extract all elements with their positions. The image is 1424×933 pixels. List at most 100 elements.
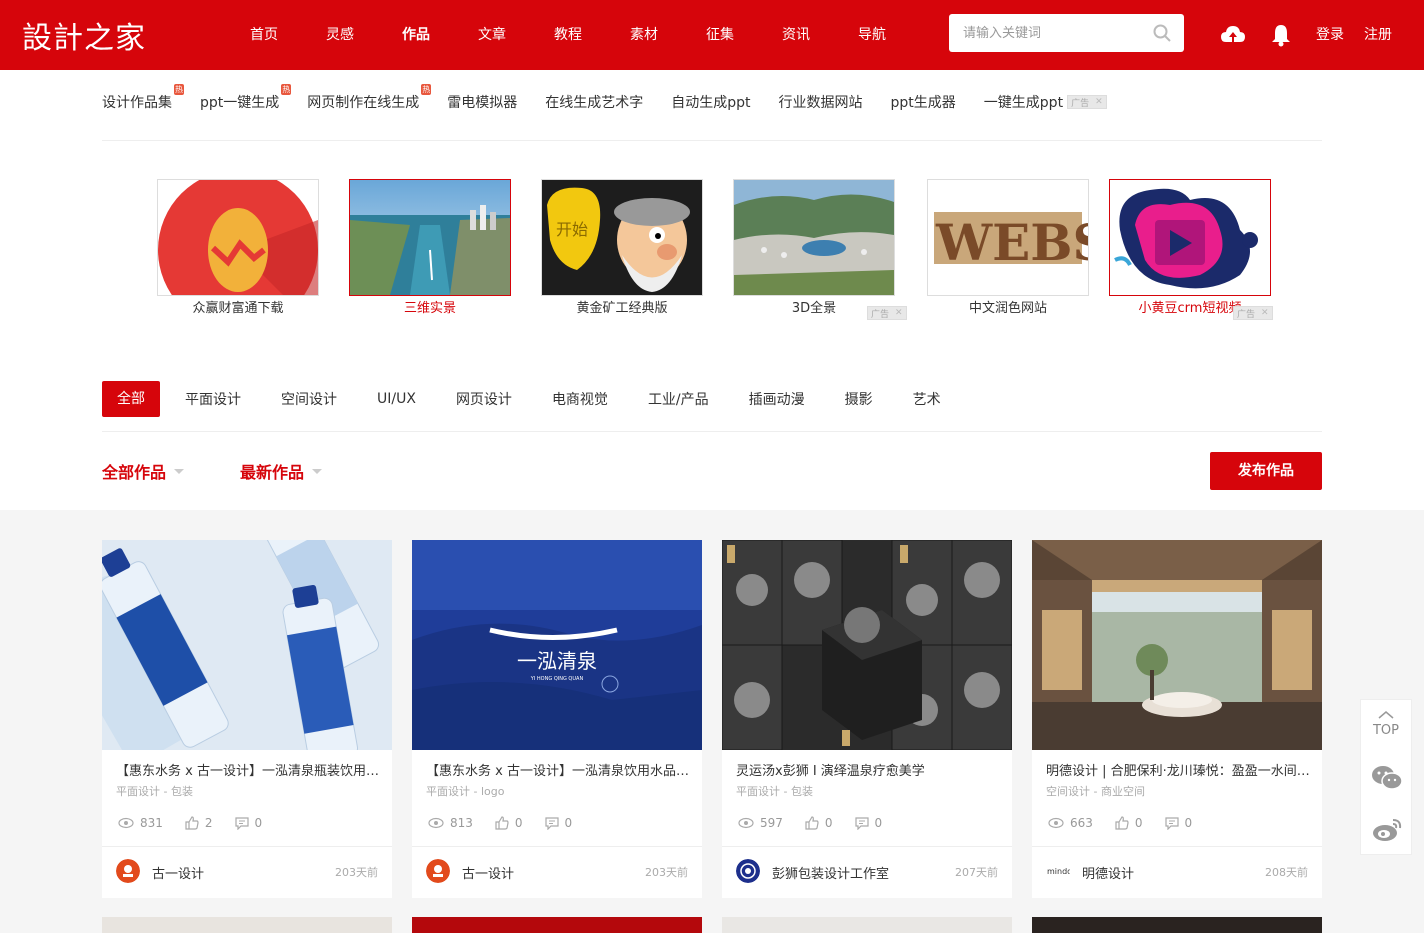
author-name[interactable]: 古一设计 <box>462 863 514 882</box>
ad-image: WEBSI <box>927 179 1089 296</box>
ad-image-row: 众赢财富通下载 三维实景 开始 黄金矿工经典版 3D全景 WEBSI 中文润色网… <box>157 179 1287 320</box>
work-card-peek[interactable] <box>102 917 392 933</box>
hot-link[interactable]: ppt一键生成热 <box>200 84 292 112</box>
thumbs-up-icon[interactable] <box>185 816 199 830</box>
ad-item[interactable]: 小黄豆crm短视频 <box>1109 179 1271 316</box>
avatar[interactable] <box>426 859 450 883</box>
main-nav: 首页 灵感 作品 文章 教程 素材 征集 资讯 导航 <box>226 0 910 70</box>
ad-image <box>157 179 319 296</box>
comment-icon[interactable] <box>1164 816 1179 830</box>
ad-image <box>349 179 511 296</box>
work-card[interactable]: 一泓清泉 YI HONG QING QUAN 【惠东水务 x 古一设计】一泓清泉饮… <box>412 540 702 898</box>
work-card[interactable]: 【惠东水务 x 古一设计】一泓清泉瓶装饮用水包装设计 平面设计 - 包装 831… <box>102 540 392 898</box>
nav-item-tutorials[interactable]: 教程 <box>530 0 606 70</box>
nav-item-articles[interactable]: 文章 <box>454 0 530 70</box>
ad-item[interactable]: 众赢财富通下载 <box>157 179 319 316</box>
eye-icon <box>1048 817 1064 829</box>
site-logo[interactable]: 設計之家 <box>22 14 156 56</box>
hot-link[interactable]: 一键生成ppt <box>984 92 1063 112</box>
avatar[interactable] <box>736 859 760 883</box>
comment-icon[interactable] <box>234 816 249 830</box>
tab-ecommerce[interactable]: 电商视觉 <box>552 389 608 409</box>
svg-text:YI HONG QING QUAN: YI HONG QING QUAN <box>530 676 584 682</box>
work-card-peek[interactable] <box>412 917 702 933</box>
filter-latest-works[interactable]: 最新作品 <box>240 459 323 483</box>
work-card-peek[interactable] <box>1032 917 1322 933</box>
thumbs-up-icon[interactable] <box>1115 816 1129 830</box>
login-link[interactable]: 登录 <box>1316 0 1344 70</box>
hot-link[interactable]: 网页制作在线生成热 <box>307 84 432 112</box>
thumbs-up-icon[interactable] <box>805 816 819 830</box>
nav-item-contests[interactable]: 征集 <box>682 0 758 70</box>
nav-item-works[interactable]: 作品 <box>378 0 454 70</box>
weibo-icon[interactable] <box>1371 816 1403 844</box>
card-title[interactable]: 【惠东水务 x 古一设计】一泓清泉饮用水品牌logo设计 <box>426 760 692 779</box>
avatar[interactable]: mindd <box>1046 859 1070 883</box>
ad-item[interactable]: WEBSI 中文润色网站 <box>927 179 1089 316</box>
hot-link[interactable]: 雷电模拟器 <box>447 92 517 112</box>
card-thumbnail[interactable] <box>1032 540 1322 750</box>
work-card[interactable]: 明德设计 | 合肥保利·龙川瑧悦：盈盈一水间，雅致如画境 空间设计 - 商业空间… <box>1032 540 1322 898</box>
cloud-upload-icon[interactable] <box>1220 22 1246 48</box>
card-thumbnail[interactable]: 一泓清泉 YI HONG QING QUAN <box>412 540 702 750</box>
work-card-peek[interactable] <box>722 917 1012 933</box>
card-footer: 古一设计 203天前 <box>412 846 702 898</box>
nav-item-inspiration[interactable]: 灵感 <box>302 0 378 70</box>
tab-web-design[interactable]: 网页设计 <box>456 389 512 409</box>
publish-button[interactable]: 发布作品 <box>1210 452 1322 490</box>
work-card[interactable]: 灵运汤x彭狮 I 演绎温泉疗愈美学 平面设计 - 包装 597 0 0 彭狮包装… <box>722 540 1012 898</box>
top-header: 設計之家 首页 灵感 作品 文章 教程 素材 征集 资讯 导航 登录 注册 <box>0 0 1424 70</box>
card-title[interactable]: 灵运汤x彭狮 I 演绎温泉疗愈美学 <box>736 760 1002 779</box>
comment-icon[interactable] <box>544 816 559 830</box>
nav-item-navigation[interactable]: 导航 <box>834 0 910 70</box>
nav-item-news[interactable]: 资讯 <box>758 0 834 70</box>
bell-icon[interactable] <box>1268 22 1294 48</box>
tab-photography[interactable]: 摄影 <box>845 389 873 409</box>
close-icon[interactable]: ✕ <box>1261 308 1269 318</box>
filter-all-works[interactable]: 全部作品 <box>102 459 185 483</box>
tab-art[interactable]: 艺术 <box>913 389 941 409</box>
eye-icon <box>118 817 134 829</box>
card-title[interactable]: 【惠东水务 x 古一设计】一泓清泉瓶装饮用水包装设计 <box>116 760 382 779</box>
hot-badge: 热 <box>281 84 292 95</box>
comment-icon[interactable] <box>854 816 869 830</box>
hot-link[interactable]: 在线生成艺术字 <box>545 92 643 112</box>
ad-item[interactable]: 三维实景 <box>349 179 511 316</box>
wechat-icon[interactable] <box>1371 764 1403 792</box>
avatar[interactable] <box>116 859 140 883</box>
hot-link[interactable]: 自动生成ppt <box>671 92 750 112</box>
hot-badge: 热 <box>174 84 184 95</box>
search-icon[interactable] <box>1152 23 1172 43</box>
search-input[interactable] <box>949 14 1144 52</box>
thumbs-up-icon[interactable] <box>495 816 509 830</box>
tab-industrial[interactable]: 工业/产品 <box>648 389 709 409</box>
ad-item[interactable]: 3D全景 <box>733 179 895 316</box>
tab-ui-ux[interactable]: UI/UX <box>377 391 416 407</box>
tab-illustration[interactable]: 插画动漫 <box>749 389 805 409</box>
hot-link[interactable]: ppt生成器 <box>891 92 956 112</box>
svg-text:开始: 开始 <box>556 220 588 239</box>
close-icon[interactable]: ✕ <box>895 308 903 318</box>
card-thumbnail[interactable] <box>102 540 392 750</box>
register-link[interactable]: 注册 <box>1364 0 1392 70</box>
tab-graphic-design[interactable]: 平面设计 <box>185 389 241 409</box>
hot-link[interactable]: 行业数据网站 <box>779 92 863 112</box>
card-title[interactable]: 明德设计 | 合肥保利·龙川瑧悦：盈盈一水间，雅致如画境 <box>1046 760 1312 779</box>
card-thumbnail[interactable] <box>722 540 1012 750</box>
card-stats: 663 0 0 <box>1048 816 1214 830</box>
tab-space-design[interactable]: 空间设计 <box>281 389 337 409</box>
nav-item-home[interactable]: 首页 <box>226 0 302 70</box>
back-to-top-button[interactable]: TOP <box>1361 708 1411 738</box>
card-stats: 831 2 0 <box>118 816 284 830</box>
eye-icon <box>428 817 444 829</box>
tab-all[interactable]: 全部 <box>102 381 160 417</box>
category-tabs: 全部 平面设计 空间设计 UI/UX 网页设计 电商视觉 工业/产品 插画动漫 … <box>102 380 981 418</box>
card-footer: 古一设计 203天前 <box>102 846 392 898</box>
author-name[interactable]: 古一设计 <box>152 863 204 882</box>
author-name[interactable]: 明德设计 <box>1082 863 1134 882</box>
close-icon[interactable]: ✕ <box>1095 97 1103 107</box>
author-name[interactable]: 彭狮包装设计工作室 <box>772 863 889 882</box>
hot-link[interactable]: 设计作品集热 <box>102 84 184 112</box>
nav-item-materials[interactable]: 素材 <box>606 0 682 70</box>
ad-item[interactable]: 开始 黄金矿工经典版 <box>541 179 703 316</box>
